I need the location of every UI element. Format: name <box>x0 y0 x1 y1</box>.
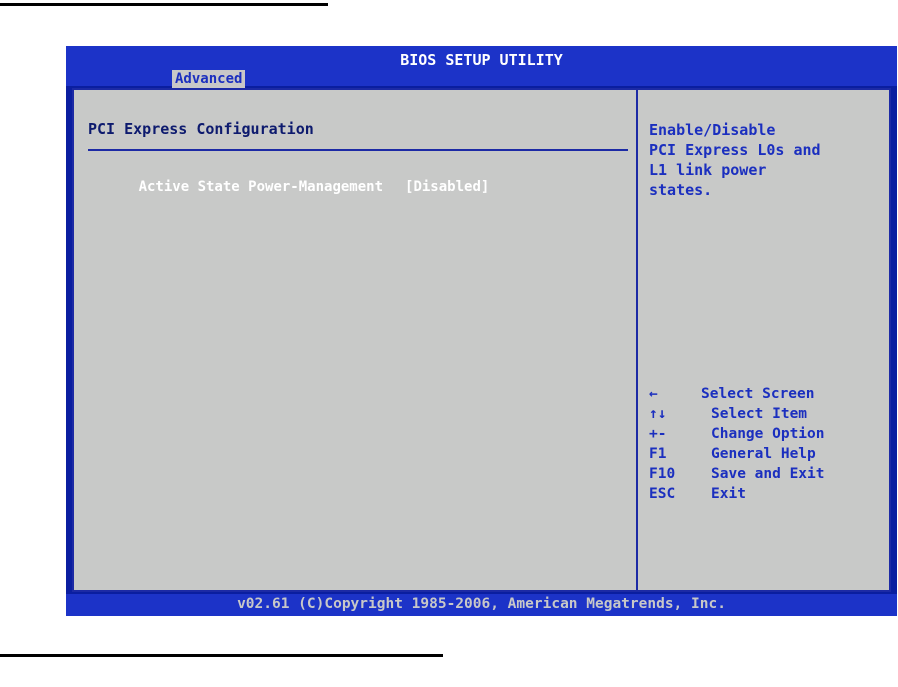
footer-bar: v02.61 (C)Copyright 1985-2006, American … <box>66 594 897 616</box>
key-legend: ← Select Screen ↑↓ Select Item +- Change… <box>649 384 889 504</box>
key-desc: Change Option <box>711 426 825 442</box>
window-title: BIOS SETUP UTILITY <box>400 51 563 69</box>
section-rule <box>88 149 628 151</box>
copyright-text: v02.61 (C)Copyright 1985-2006, American … <box>237 596 726 612</box>
main-panel: PCI Express Configuration Active State P… <box>72 88 891 592</box>
help-line: PCI Express L0s and <box>649 141 821 159</box>
plus-minus-key: +- <box>649 426 667 442</box>
key-desc: Save and Exit <box>711 466 825 482</box>
esc-key: ESC <box>649 486 676 502</box>
help-line: L1 link power <box>649 161 767 179</box>
key-row-change-option: +- Change Option <box>649 424 889 444</box>
key-desc: General Help <box>711 446 816 462</box>
key-row-exit: ESC Exit <box>649 484 889 504</box>
key-row-general-help: F1 General Help <box>649 444 889 464</box>
help-panel: Enable/Disable PCI Express L0s and L1 li… <box>649 120 884 200</box>
up-down-arrow-key: ↑↓ <box>649 406 667 422</box>
help-line: Enable/Disable <box>649 121 776 139</box>
key-desc: Select Screen <box>701 386 815 402</box>
key-desc: Select Item <box>711 406 808 422</box>
tab-advanced[interactable]: Advanced <box>172 70 246 89</box>
panel-divider <box>636 90 638 590</box>
section-title: PCI Express Configuration <box>88 120 314 138</box>
help-line: states. <box>649 181 713 199</box>
setting-value[interactable]: [Disabled] <box>405 179 489 195</box>
left-arrow-key: ← <box>649 386 658 402</box>
setting-active-state-power-management[interactable]: Active State Power-Management [Disabled] <box>88 163 490 211</box>
key-desc: Exit <box>711 486 746 502</box>
key-row-save-and-exit: F10 Save and Exit <box>649 464 889 484</box>
key-row-select-item: ↑↓ Select Item <box>649 404 889 424</box>
key-row-select-screen: ← Select Screen <box>649 384 889 404</box>
document-rule-bottom <box>0 654 443 657</box>
bios-window: BIOS SETUP UTILITY Advanced PCI Express … <box>66 46 897 616</box>
title-bar: BIOS SETUP UTILITY Advanced <box>66 46 897 89</box>
f1-key: F1 <box>649 446 667 462</box>
setting-label: Active State Power-Management <box>138 179 384 195</box>
document-rule-top <box>0 3 328 6</box>
f10-key: F10 <box>649 466 676 482</box>
